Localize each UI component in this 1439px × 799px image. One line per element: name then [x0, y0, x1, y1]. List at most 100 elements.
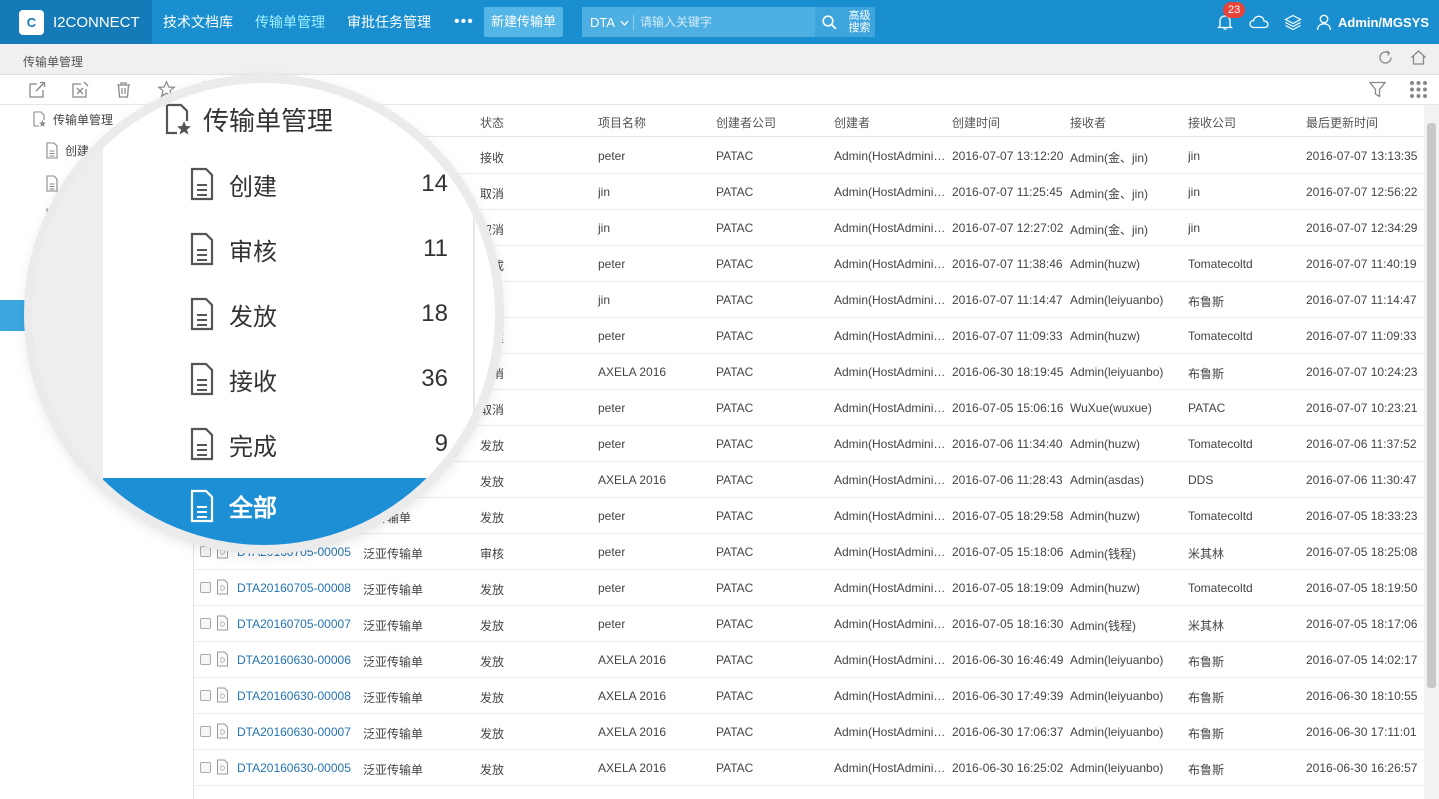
cell-creator: Admin(HostAdmini…: [834, 581, 946, 595]
advanced-search-button[interactable]: 高级搜索: [844, 7, 875, 37]
cell-status: 取消: [480, 403, 505, 417]
cell-project: AXELA 2016: [598, 473, 667, 487]
table-row[interactable]: D DTA20160705-00008 泛亚传输单 发放 peter PATAC Admin…: [194, 570, 1424, 606]
home-icon[interactable]: [1410, 49, 1427, 66]
cell-created: 2016-07-07 13:12:20: [952, 149, 1064, 163]
nav-tech-docs[interactable]: 技术文档库: [152, 0, 244, 44]
cell-status: 发放: [480, 583, 505, 597]
magnifier-item-label: 全部: [229, 495, 277, 522]
cell-type: 泛亚传输单: [363, 727, 424, 741]
filter-icon[interactable]: [1368, 80, 1387, 99]
new-transmittal-button[interactable]: 新建传输单: [484, 7, 563, 37]
search-button[interactable]: [815, 7, 844, 37]
magnifier-item-all[interactable]: 全部: [188, 488, 277, 523]
magnifier-item[interactable]: 发放 18: [188, 294, 458, 334]
col-last-updated[interactable]: 最后更新时间: [1306, 114, 1378, 131]
col-creator-company[interactable]: 创建者公司: [716, 114, 776, 131]
col-project[interactable]: 项目名称: [598, 114, 646, 131]
notifications-button[interactable]: 23: [1214, 2, 1246, 33]
table-row[interactable]: D DTA20160705-00007 泛亚传输单 发放 peter PATAC Admin…: [194, 606, 1424, 642]
cell-id[interactable]: DTA20160705-00005: [237, 545, 351, 559]
cell-id[interactable]: DTA20160630-00005: [237, 761, 351, 775]
row-checkbox[interactable]: [200, 654, 211, 665]
cloud-button[interactable]: [1248, 11, 1270, 33]
cell-id[interactable]: DTA20160630-00007: [237, 725, 351, 739]
search-type-select[interactable]: DTA: [582, 14, 634, 30]
magnifier-root[interactable]: 传输单管理: [163, 101, 333, 138]
cell-receiver-company: jin: [1188, 221, 1201, 235]
cell-id[interactable]: DTA20160705-00008: [237, 581, 351, 595]
app-name: I2CONNECT: [53, 13, 140, 31]
cell-id[interactable]: DTA20160630-00008: [237, 689, 351, 703]
cell-id[interactable]: DTA20160705-00007: [237, 617, 351, 631]
magnifier-item[interactable]: 审核 11: [188, 229, 458, 269]
cell-status: 发放: [480, 727, 505, 741]
table-row[interactable]: D DTA20160630-00007 泛亚传输单 发放 AXELA 2016 PATAC…: [194, 714, 1424, 750]
cell-receiver-company: 布鲁斯: [1188, 367, 1225, 381]
cell-updated: 2016-07-05 18:25:08: [1306, 545, 1418, 559]
row-checkbox[interactable]: [200, 546, 211, 557]
cell-project: peter: [598, 257, 626, 271]
row-checkbox[interactable]: [200, 726, 211, 737]
cell-updated: 2016-07-05 18:19:50: [1306, 581, 1418, 595]
layers-button[interactable]: [1282, 11, 1304, 33]
row-checkbox[interactable]: [200, 762, 211, 773]
table-row[interactable]: D DTA20160630-00008 泛亚传输单 发放 AXELA 2016 PATAC…: [194, 678, 1424, 714]
row-checkbox[interactable]: [200, 618, 211, 629]
magnifier-item-count: 11: [423, 235, 448, 262]
cell-type: 泛亚传输单: [363, 583, 424, 597]
search-input[interactable]: [634, 7, 815, 37]
svg-text:D: D: [220, 694, 225, 701]
cell-company: PATAC: [716, 149, 754, 163]
delete-icon[interactable]: [114, 80, 133, 99]
nav-more-button[interactable]: •••: [442, 0, 486, 44]
cell-status: 审核: [480, 547, 505, 561]
col-receiver-company[interactable]: 接收公司: [1188, 114, 1236, 131]
col-creator[interactable]: 创建者: [834, 114, 870, 131]
cell-creator: Admin(HostAdmini…: [834, 185, 946, 199]
star-icon[interactable]: [157, 80, 176, 99]
grid-icon[interactable]: [1409, 80, 1428, 99]
user-menu[interactable]: Admin/MGSYS: [1316, 11, 1429, 33]
brand[interactable]: C I2CONNECT: [0, 0, 152, 44]
cell-status: 发放: [480, 439, 505, 453]
cell-company: PATAC: [716, 437, 754, 451]
user-name: Admin/MGSYS: [1337, 14, 1429, 30]
table-row[interactable]: D DTA20160630-00006 泛亚传输单 发放 AXELA 2016 PATAC…: [194, 642, 1424, 678]
cell-receiver-company: Tomatecoltd: [1188, 257, 1253, 271]
col-created-time[interactable]: 创建时间: [952, 114, 1000, 131]
search-box: DTA: [582, 7, 815, 37]
cell-project: AXELA 2016: [598, 725, 667, 739]
cell-creator: Admin(HostAdmini…: [834, 617, 946, 631]
cell-creator: Admin(HostAdmini…: [834, 401, 946, 415]
cell-creator: Admin(HostAdmini…: [834, 725, 946, 739]
vertical-scrollbar[interactable]: [1424, 105, 1439, 799]
col-receiver[interactable]: 接收者: [1070, 114, 1106, 131]
nav-transmittal-management[interactable]: 传输单管理: [244, 0, 336, 44]
document-icon: D: [216, 687, 229, 703]
cell-updated: 2016-07-07 11:09:33: [1306, 329, 1417, 343]
cell-creator: Admin(HostAdmini…: [834, 509, 946, 523]
cell-project: AXELA 2016: [598, 653, 667, 667]
cell-receiver: Admin(asdas): [1070, 473, 1145, 487]
document-icon: [190, 427, 214, 461]
cell-created: 2016-07-06 11:34:40: [952, 437, 1063, 451]
row-checkbox[interactable]: [200, 582, 211, 593]
cell-company: PATAC: [716, 545, 754, 559]
magnifier-item[interactable]: 创建 14: [188, 164, 458, 204]
row-checkbox[interactable]: [200, 690, 211, 701]
cell-id[interactable]: DTA20160630-00006: [237, 653, 351, 667]
magnifier-item[interactable]: 完成 9: [188, 424, 458, 464]
col-status[interactable]: 状态: [480, 114, 504, 131]
scrollbar-thumb[interactable]: [1427, 123, 1436, 688]
cell-creator: Admin(HostAdmini…: [834, 257, 946, 271]
nav-approval-tasks[interactable]: 审批任务管理: [336, 0, 442, 44]
cell-created: 2016-06-30 17:06:37: [952, 725, 1064, 739]
cloud-icon: [1249, 15, 1269, 29]
magnifier-item[interactable]: 接收 36: [188, 359, 458, 399]
document-icon: [190, 362, 214, 396]
table-row[interactable]: D DTA20160630-00005 泛亚传输单 发放 AXELA 2016 PATAC…: [194, 750, 1424, 786]
document-icon: D: [216, 615, 229, 631]
document-icon: [190, 167, 214, 201]
refresh-icon[interactable]: [1377, 49, 1394, 66]
